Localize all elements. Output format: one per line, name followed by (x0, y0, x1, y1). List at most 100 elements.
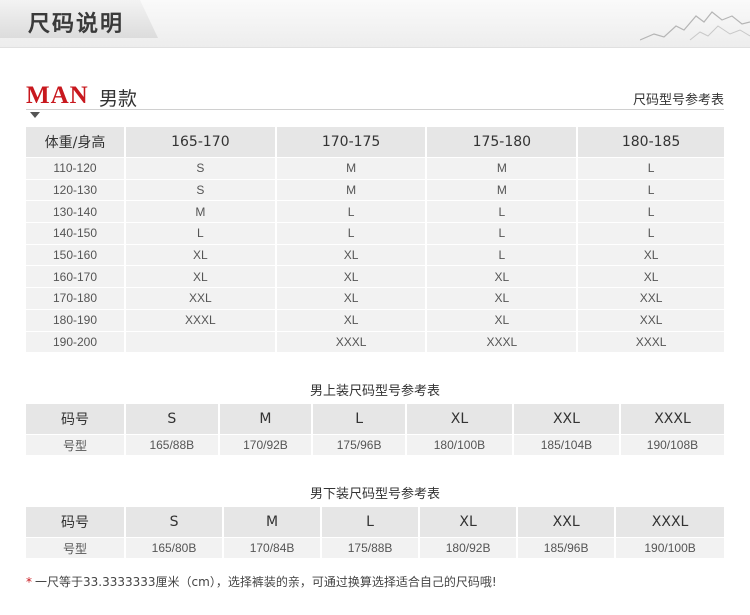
table-header-cell: 码号 (26, 404, 126, 434)
section-header: MAN 男款 尺码型号参考表 (26, 82, 724, 110)
table-row: 170-180 XXL XL XL XXL (26, 287, 724, 309)
table-cell: L (427, 200, 579, 223)
table-cell: M (276, 157, 428, 179)
table-row: 号型 165/80B 170/84B 175/88B 180/92B 185/9… (26, 537, 724, 558)
table-cell: 190/100B (616, 537, 724, 558)
table-cell: 号型 (26, 434, 126, 455)
table-cell: S (126, 157, 277, 179)
table-cell: 170-180 (26, 287, 126, 309)
table-cell: 180/92B (420, 537, 519, 558)
table-header-cell: S (126, 507, 225, 537)
header-banner: 尺码说明 (0, 0, 750, 48)
mountain-icon (640, 11, 750, 41)
table-header-cell: 165-170 (126, 127, 277, 157)
table-cell: XXXL (126, 308, 277, 331)
table-cell: 140-150 (26, 222, 126, 244)
bottom-table-caption: 男下装尺码型号参考表 (309, 487, 440, 502)
table-header-cell: 180-185 (578, 127, 724, 157)
arrow-down-icon (30, 112, 40, 118)
table-header-row: 体重/身高 165-170 170-175 175-180 180-185 (26, 127, 724, 157)
section-title: 男款 (99, 88, 138, 110)
table-cell: XXL (126, 287, 277, 309)
top-size-code-table: 码号 S M L XL XXL XXXL 号型 165/88B 170/92B … (26, 404, 724, 455)
table-cell: L (126, 222, 277, 244)
table-cell: XL (126, 265, 277, 288)
footnote-text: 一尺等于33.3333333厘米（cm），选择裤装的亲，可通过换算选择适合自己的… (35, 575, 497, 589)
table-cell: M (427, 157, 579, 179)
table-cell: 185/104B (513, 434, 621, 455)
table-cell: XL (126, 243, 277, 266)
table-cell: 110-120 (26, 157, 126, 179)
table-cell: L (578, 200, 724, 223)
table-cell: 165/80B (126, 537, 225, 558)
table-cell: XL (427, 308, 579, 331)
table-cell: L (276, 222, 428, 244)
table-cell: M (427, 178, 579, 201)
table-cell: M (126, 200, 277, 223)
table-header-cell: XL (406, 404, 514, 434)
top-table-caption: 男上装尺码型号参考表 (309, 384, 440, 399)
table-row: 120-130 S M M L (26, 178, 724, 201)
table-header-cell: 175-180 (427, 127, 579, 157)
table-row: 150-160 XL XL L XL (26, 243, 724, 266)
table-cell: L (578, 157, 724, 179)
table-row: 190-200 XXXL XXXL XXXL (26, 330, 724, 353)
table-cell: XL (276, 265, 428, 288)
table-header-cell: L (322, 507, 421, 537)
table-cell: L (276, 200, 428, 223)
table-header-cell: 体重/身高 (26, 127, 126, 157)
table-header-cell: XXXL (616, 507, 724, 537)
table-cell: XXXL (427, 330, 579, 353)
table-cell: XL (578, 265, 724, 288)
table-cell: XL (427, 265, 579, 288)
table-cell: L (427, 243, 579, 266)
table-cell: 175/88B (322, 537, 421, 558)
table-cell: XXL (578, 308, 724, 331)
table-cell: XXXL (276, 330, 428, 353)
table-header-cell: 170-175 (276, 127, 428, 157)
table-cell: XL (427, 287, 579, 309)
table-cell: XL (578, 243, 724, 266)
table-cell: XXL (578, 287, 724, 309)
table-cell: XL (276, 287, 428, 309)
table-row: 140-150 L L L L (26, 222, 724, 244)
table-header-cell: S (126, 404, 220, 434)
table-cell: 185/96B (518, 537, 617, 558)
page-title: 尺码说明 (28, 12, 125, 37)
table-cell: XL (276, 308, 428, 331)
table-row: 130-140 M L L L (26, 200, 724, 223)
size-chart-table: 体重/身高 165-170 170-175 175-180 180-185 11… (26, 127, 724, 353)
asterisk-icon: * (26, 575, 32, 589)
reference-label: 尺码型号参考表 (632, 93, 724, 108)
table-header-cell: M (224, 507, 323, 537)
table-cell: 号型 (26, 537, 126, 558)
table-cell: XL (276, 243, 428, 266)
table-header-row: 码号 S M L XL XXL XXXL (26, 507, 724, 537)
table-row: 110-120 S M M L (26, 157, 724, 179)
table-cell: 190-200 (26, 330, 126, 353)
table-cell: 170/84B (224, 537, 323, 558)
table-header-cell: XXL (518, 507, 617, 537)
table-header-row: 码号 S M L XL XXL XXXL (26, 404, 724, 434)
table-cell: 150-160 (26, 243, 126, 266)
table-cell: 190/108B (620, 434, 724, 455)
table-header-cell: XL (420, 507, 519, 537)
table-cell: 160-170 (26, 265, 126, 288)
table-cell (126, 330, 277, 353)
table-cell: XXXL (578, 330, 724, 353)
table-cell: L (578, 178, 724, 201)
table-header-cell: 码号 (26, 507, 126, 537)
table-cell: M (276, 178, 428, 201)
table-header-cell: M (219, 404, 314, 434)
footnote: * 一尺等于33.3333333厘米（cm），选择裤装的亲，可通过换算选择适合自己… (26, 573, 497, 590)
table-header-cell: L (313, 404, 407, 434)
table-cell: S (126, 178, 277, 201)
man-logo: MAN (26, 82, 89, 109)
table-cell: 180-190 (26, 308, 126, 331)
table-cell: L (427, 222, 579, 244)
table-cell: 170/92B (219, 434, 314, 455)
table-header-cell: XXL (513, 404, 621, 434)
table-cell: 175/96B (313, 434, 407, 455)
table-row: 160-170 XL XL XL XL (26, 265, 724, 288)
bottom-size-code-table: 码号 S M L XL XXL XXXL 号型 165/80B 170/84B … (26, 507, 724, 558)
